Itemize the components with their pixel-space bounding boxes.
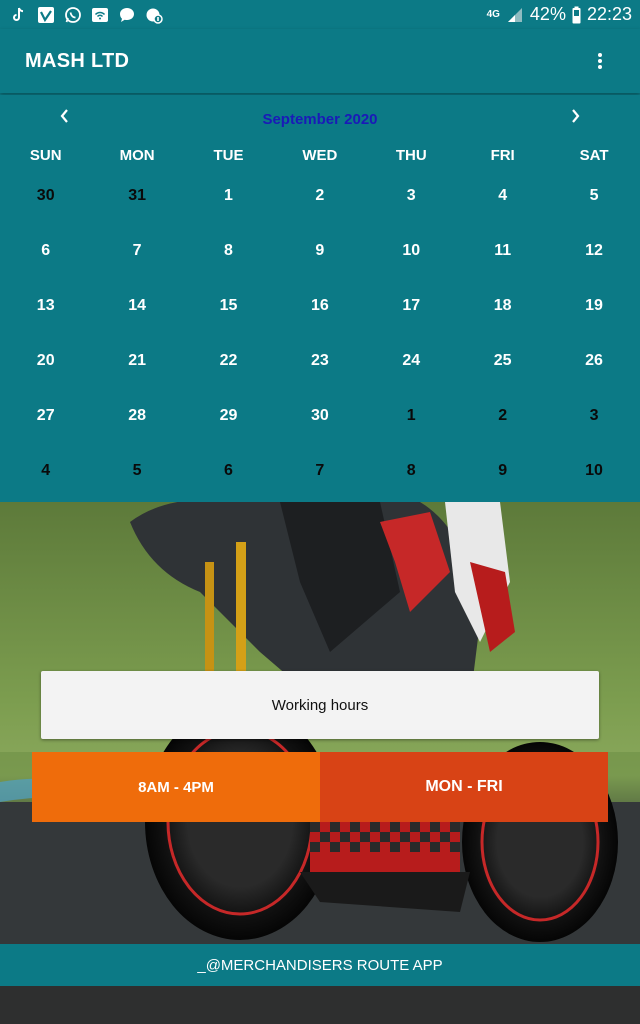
- calendar-day[interactable]: 3: [366, 168, 457, 223]
- calendar-day-other-month[interactable]: 4: [0, 443, 91, 498]
- calendar-day-other-month[interactable]: 9: [457, 443, 548, 498]
- calendar-day-other-month[interactable]: 2: [457, 388, 548, 443]
- whatsapp-icon: [64, 6, 82, 24]
- calendar-day[interactable]: 5: [548, 168, 639, 223]
- calendar-header: September 2020: [0, 95, 640, 143]
- next-month-icon[interactable]: [560, 103, 592, 129]
- calendar-day[interactable]: 9: [274, 223, 365, 278]
- system-status: 4G 42% 22:23: [487, 4, 640, 25]
- calendar-day[interactable]: 13: [0, 278, 91, 333]
- calendar-day[interactable]: 30: [274, 388, 365, 443]
- calendar-day[interactable]: 26: [548, 333, 639, 388]
- calendar-day[interactable]: 10: [366, 223, 457, 278]
- calendar-day-other-month[interactable]: 30: [0, 168, 91, 223]
- working-days-button[interactable]: MON - FRI: [320, 752, 608, 822]
- calendar-day[interactable]: 4: [457, 168, 548, 223]
- calendar-day[interactable]: 22: [183, 333, 274, 388]
- calendar-day[interactable]: 15: [183, 278, 274, 333]
- calendar-day[interactable]: 28: [91, 388, 182, 443]
- calendar-day[interactable]: 20: [0, 333, 91, 388]
- calendar-view: September 2020 SUN MON TUE WED THU FRI SAT 30 3…: [0, 95, 640, 502]
- calendar-day[interactable]: 12: [548, 223, 639, 278]
- calendar-day[interactable]: 17: [366, 278, 457, 333]
- calendar-day-other-month[interactable]: 10: [548, 443, 639, 498]
- weekday-label: MON: [119, 147, 155, 164]
- calendar-day-other-month[interactable]: 3: [548, 388, 639, 443]
- tiktok-icon: [10, 6, 28, 24]
- notification-settings-icon: [145, 6, 163, 24]
- month-label: September 2020: [262, 111, 378, 128]
- status-bar: 4G 42% 22:23: [0, 0, 640, 29]
- calendar-day[interactable]: 23: [274, 333, 365, 388]
- weekday-label: FRI: [490, 147, 515, 164]
- calendar-day[interactable]: 14: [91, 278, 182, 333]
- vimeo-icon: [37, 6, 55, 24]
- calendar-day[interactable]: 29: [183, 388, 274, 443]
- clock: 22:23: [586, 4, 632, 24]
- app-title: MASH LTD: [25, 49, 130, 72]
- calendar-day-other-month[interactable]: 7: [274, 443, 365, 498]
- calendar-day[interactable]: 2: [274, 168, 365, 223]
- calendar-day[interactable]: 1: [183, 168, 274, 223]
- battery-icon: [572, 6, 581, 24]
- working-hours-label: Working hours: [41, 671, 599, 739]
- calendar-day[interactable]: 6: [0, 223, 91, 278]
- footer-banner: _@MERCHANDISERS ROUTE APP: [0, 944, 640, 986]
- signal-icon: [506, 6, 524, 24]
- calendar-day-other-month[interactable]: 5: [91, 443, 182, 498]
- weekday-label: WED: [302, 147, 338, 164]
- wifi-hotspot-icon: [91, 6, 109, 24]
- calendar-day[interactable]: 16: [274, 278, 365, 333]
- calendar-day[interactable]: 11: [457, 223, 548, 278]
- calendar-day[interactable]: 19: [548, 278, 639, 333]
- calendar-day[interactable]: 25: [457, 333, 548, 388]
- calendar-day[interactable]: 18: [457, 278, 548, 333]
- footer-text: _@MERCHANDISERS ROUTE APP: [197, 956, 443, 974]
- notification-icons: [0, 6, 163, 24]
- weekday-label: THU: [395, 147, 427, 164]
- app-bar: MASH LTD: [0, 29, 640, 93]
- chat-bubble-icon: [118, 6, 136, 24]
- weekday-label: SUN: [29, 147, 62, 164]
- calendar-days-grid: 30 31 1 2 3 4 5 6 7 8 9 10 11 12 13 14 15 16 17 18 19 20 21 22 2…: [0, 168, 640, 498]
- battery-percent: 42%: [529, 4, 566, 24]
- fairing-checker-pattern: [300, 822, 470, 912]
- weekday-header: SUN MON TUE WED THU FRI SAT: [0, 147, 640, 164]
- overflow-menu-icon[interactable]: [588, 45, 612, 77]
- weekday-label: TUE: [213, 147, 244, 164]
- calendar-day-other-month[interactable]: 1: [366, 388, 457, 443]
- calendar-day-other-month[interactable]: 8: [366, 443, 457, 498]
- bottom-image-strip: [0, 986, 640, 1024]
- calendar-day[interactable]: 27: [0, 388, 91, 443]
- calendar-day[interactable]: 21: [91, 333, 182, 388]
- calendar-day-other-month[interactable]: 31: [91, 168, 182, 223]
- calendar-day[interactable]: 7: [91, 223, 182, 278]
- calendar-day[interactable]: 24: [366, 333, 457, 388]
- working-time-button[interactable]: 8AM - 4PM: [32, 752, 320, 822]
- calendar-day[interactable]: 8: [183, 223, 274, 278]
- weekday-label: SAT: [579, 147, 609, 164]
- calendar-day-other-month[interactable]: 6: [183, 443, 274, 498]
- network-type-label: 4G: [486, 8, 500, 20]
